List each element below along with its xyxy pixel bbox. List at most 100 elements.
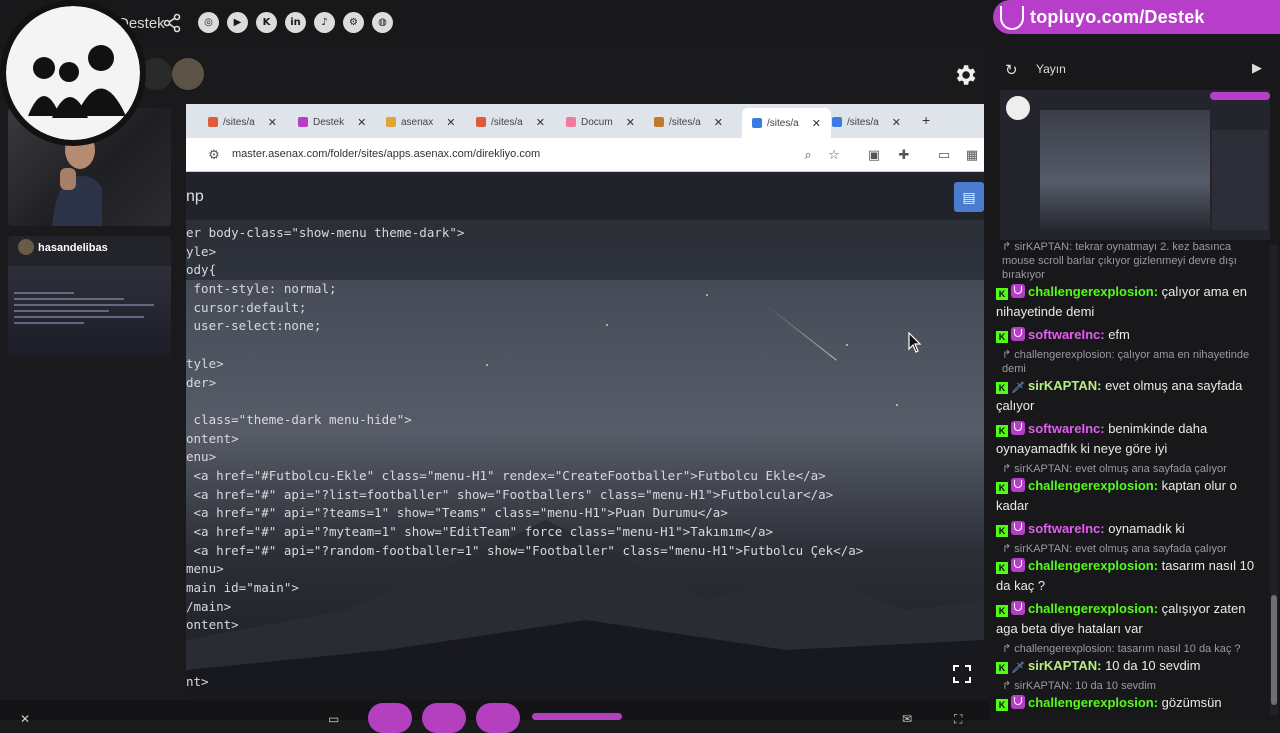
tab-label: /sites/a: [223, 116, 255, 128]
new-tab-button[interactable]: +: [922, 112, 930, 128]
chat-username[interactable]: softwareInc: [1028, 421, 1100, 436]
reply-text: sirKAPTAN: tekrar oynatmayı 2. kez basın…: [1002, 241, 1237, 281]
steam-icon[interactable]: ⚙: [343, 12, 364, 33]
preview-avatar: [1006, 96, 1030, 120]
channel-avatar[interactable]: [0, 0, 146, 146]
chat-username[interactable]: challengerexplosion: [1028, 478, 1154, 493]
bookmark-star-icon[interactable]: ☆: [826, 147, 842, 163]
chat-message[interactable]: K 🗡 sirKAPTAN: evet olmuş ana sayfada çalı…: [996, 376, 1262, 416]
chat-message[interactable]: Kchallengerexplosion: kaptan olur o kada…: [996, 476, 1262, 516]
code-toggle-button[interactable]: [476, 703, 520, 733]
screen-share-icon[interactable]: ▭: [328, 712, 339, 726]
camera-toggle-button[interactable]: [368, 703, 412, 733]
browser-tab[interactable]: /sites/a ✕: [832, 110, 901, 134]
tab-close-icon[interactable]: ✕: [892, 116, 901, 129]
chat-username[interactable]: sirKAPTAN: [1028, 378, 1097, 393]
settings-gear-icon[interactable]: [952, 62, 978, 88]
tab-close-icon[interactable]: ✕: [812, 117, 821, 130]
chat-message[interactable]: Kchallengerexplosion: tasarım nasıl 10 d…: [996, 556, 1262, 596]
chat-username[interactable]: challengerexplosion: [1028, 558, 1154, 573]
chat-username[interactable]: challengerexplosion: [1028, 695, 1154, 710]
sidebar-icon[interactable]: ▭: [936, 147, 952, 163]
chat-message[interactable]: KsoftwareInc: efm: [996, 325, 1262, 345]
youtube-icon[interactable]: ▶: [227, 12, 248, 33]
chat-reply-context: ↱ challengerexplosion: çalıyor ama en ni…: [996, 348, 1262, 376]
streamer-card[interactable]: hasandelibas: [8, 236, 171, 356]
chat-username[interactable]: softwareInc: [1028, 521, 1100, 536]
chat-message[interactable]: K 🗡 sirKAPTAN: 10 da 10 sevdim: [996, 656, 1262, 676]
browser-tab[interactable]: asenax ✕: [386, 110, 455, 134]
kick-icon[interactable]: K: [256, 12, 277, 33]
linkedin-icon[interactable]: in: [285, 12, 306, 33]
chat-username[interactable]: challengerexplosion: [1028, 284, 1154, 299]
code-line: font-style: normal;: [186, 281, 337, 297]
apps-grid-icon[interactable]: ▦: [964, 147, 980, 163]
code-editor[interactable]: er body-class="show-menu theme-dark"> yle…: [186, 224, 984, 700]
code-line: enu>: [186, 449, 217, 465]
refresh-icon[interactable]: ↻: [1005, 61, 1021, 79]
code-line: tyle>: [186, 355, 224, 371]
url-text[interactable]: master.asenax.com/folder/sites/apps.asen…: [232, 148, 540, 160]
extensions-icon[interactable]: ✚: [896, 147, 912, 163]
chat-message[interactable]: KsoftwareInc: benimkinde daha oynayamadf…: [996, 419, 1262, 459]
reply-text: sirKAPTAN: evet olmuş ana sayfada çalıyo…: [1014, 543, 1227, 555]
microphone-toggle-button[interactable]: [422, 703, 466, 733]
browser-tab[interactable]: Destek ✕: [298, 110, 366, 134]
instagram-icon[interactable]: ◎: [198, 12, 219, 33]
fullscreen-icon[interactable]: [952, 664, 972, 684]
tab-close-icon[interactable]: ✕: [446, 116, 455, 129]
browser-tab[interactable]: Docum ✕: [566, 110, 635, 134]
code-line: <a href="#" api="?random-footballer=1" s…: [186, 542, 864, 558]
github-icon[interactable]: ◍: [372, 12, 393, 33]
tab-close-icon[interactable]: ✕: [626, 116, 635, 129]
chat-username[interactable]: sirKAPTAN: [1028, 658, 1097, 673]
code-line: main id="main">: [186, 580, 299, 596]
camera-icon[interactable]: ▣: [866, 147, 882, 163]
chat-message[interactable]: Kchallengerexplosion: çalışıyor zaten ag…: [996, 599, 1262, 639]
volume-slider[interactable]: [532, 713, 622, 720]
chat-scroll-thumb[interactable]: [1271, 595, 1277, 705]
chat-message[interactable]: KsoftwareInc: oynamadık ki: [996, 519, 1262, 539]
chat-message[interactable]: Kchallengerexplosion: gözümsün: [996, 693, 1262, 713]
browser-tab[interactable]: /sites/a ✕: [654, 110, 723, 134]
browser-tab-strip: /sites/a ✕ Destek ✕ asenax ✕/sites/a ✕ Docum ✕/s…: [186, 104, 984, 138]
tab-close-icon[interactable]: ✕: [536, 116, 545, 129]
tab-close-icon[interactable]: ✕: [268, 116, 277, 129]
site-settings-icon[interactable]: ⚙: [206, 147, 222, 163]
reply-arrow-icon: ↱: [1002, 543, 1015, 555]
subscriber-badge-icon: [1011, 421, 1025, 435]
share-icon[interactable]: [162, 13, 182, 33]
stream-preview[interactable]: [1000, 90, 1270, 240]
chat-messages: ↱ sirKAPTAN: tekrar oynatmayı 2. kez bas…: [996, 240, 1262, 720]
kick-badge-icon: K: [996, 425, 1008, 437]
tab-favicon-icon: [566, 117, 576, 127]
subscriber-badge-icon: [1011, 601, 1025, 615]
browser-tab[interactable]: /sites/a ✕: [742, 108, 831, 138]
reply-arrow-icon: ↱: [1002, 680, 1015, 692]
chat-username[interactable]: challengerexplosion: [1028, 601, 1154, 616]
tiktok-icon[interactable]: ♪: [314, 12, 335, 33]
viewer-avatar[interactable]: [172, 58, 204, 90]
tab-favicon-icon: [654, 117, 664, 127]
browser-tab[interactable]: /sites/a ✕: [208, 110, 277, 134]
kick-badge-icon: K: [996, 382, 1008, 394]
chat-username[interactable]: softwareInc: [1028, 327, 1100, 342]
kick-badge-icon: K: [996, 482, 1008, 494]
close-icon[interactable]: ✕: [20, 712, 30, 726]
browser-tab[interactable]: /sites/a ✕: [476, 110, 545, 134]
code-line: user-select:none;: [186, 318, 322, 334]
tab-close-icon[interactable]: ✕: [357, 116, 366, 129]
popout-icon[interactable]: ▶: [1252, 60, 1268, 76]
streamer-avatar: [18, 239, 34, 255]
chat-message-text: 10 da 10 sevdim: [1105, 658, 1201, 673]
zoom-icon[interactable]: ⌕: [800, 147, 816, 163]
username-separator: :: [1153, 478, 1162, 493]
chat-toggle-icon[interactable]: ✉: [902, 712, 912, 726]
save-button[interactable]: ▤: [954, 182, 984, 212]
chat-message[interactable]: Kchallengerexplosion: çalıyor ama en nih…: [996, 282, 1262, 322]
username-separator: :: [1153, 695, 1162, 710]
tab-close-icon[interactable]: ✕: [714, 116, 723, 129]
code-line: class="theme-dark menu-hide">: [186, 411, 412, 427]
